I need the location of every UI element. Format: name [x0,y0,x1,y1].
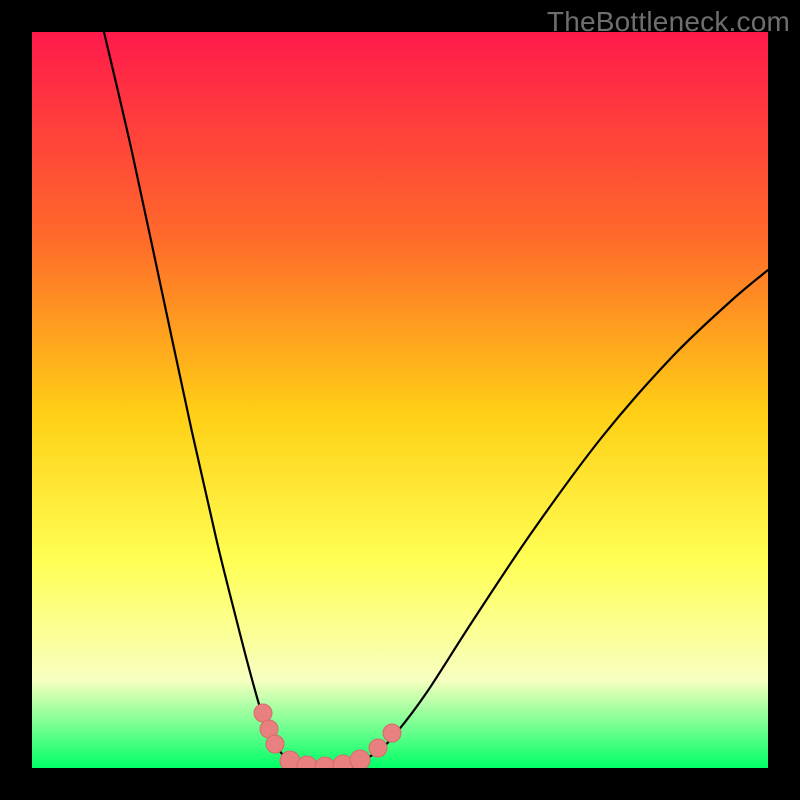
gradient-background [32,32,768,768]
trough-marker [350,750,370,768]
trough-marker [254,704,272,722]
trough-marker [266,735,284,753]
chart-svg [32,32,768,768]
trough-marker [383,724,401,742]
trough-marker [369,739,387,757]
outer-frame: TheBottleneck.com [0,0,800,800]
plot-area [32,32,768,768]
